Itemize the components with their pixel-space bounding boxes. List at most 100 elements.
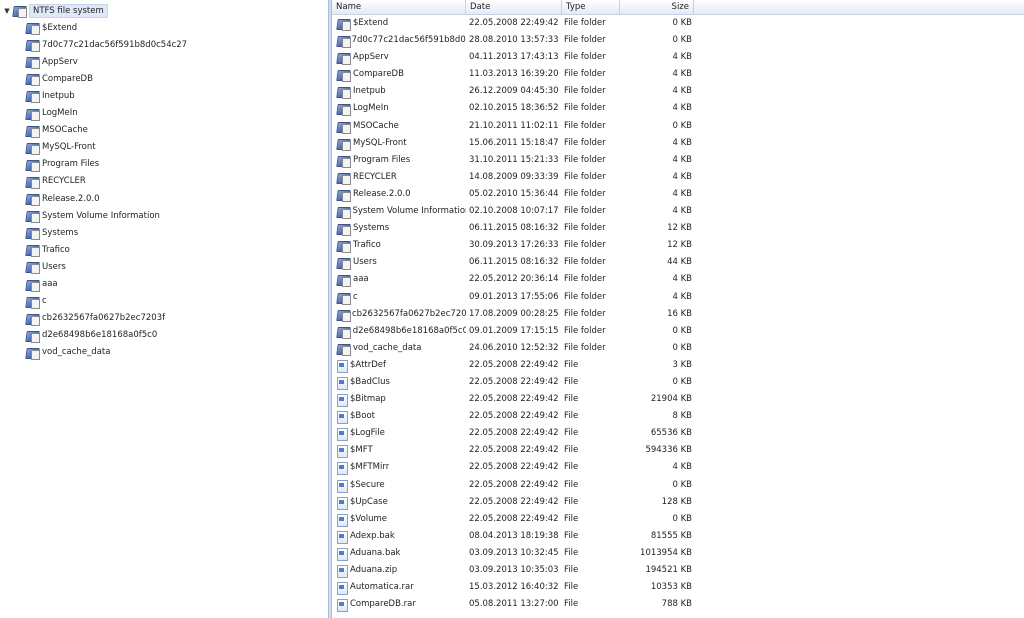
table-row[interactable]: Users 06.11.2015 08:16:32 File folder 44 KB [332,254,1024,271]
tree-item[interactable]: · d2e68498b6e18168a0f5c0 [15,327,157,344]
cell-name: Release.2.0.0 [336,186,466,203]
tree-item[interactable]: · Release.2.0.0 [15,190,100,207]
table-row[interactable]: Aduana.bak 03.09.2013 10:32:45 File 1013954… [332,545,1024,562]
tree-item[interactable]: · c [15,293,47,310]
cell-size: 4 KB [672,137,692,148]
cell-name-text: aaa [353,274,369,285]
table-row[interactable]: cb2632567fa0627b2ec7203f 17.08.2009 00:28… [332,306,1024,323]
file-list-grid: Name Date Type Size $Extend 22.05.2008 22… [332,0,1024,618]
table-row[interactable]: aaa 22.05.2012 20:36:14 File folder 4 KB [332,271,1024,288]
folder-icon [336,120,351,134]
tree-item[interactable]: · CompareDB [15,70,93,87]
table-row[interactable]: CompareDB 11.03.2013 16:39:20 File folder 4… [332,66,1024,83]
tree-item-label: System Volume Information [42,210,160,221]
cell-date: 28.08.2010 13:57:33 [469,35,559,46]
tree-item[interactable]: · vod_cache_data [15,344,110,361]
tree-branch-icon: · [15,195,17,202]
folder-icon [25,329,40,343]
cell-date: 22.05.2008 22:49:42 [469,359,559,370]
tree-item[interactable]: · AppServ [15,53,78,70]
cell-name-text: $LogFile [350,428,385,439]
table-row[interactable]: Inetpub 26.12.2009 04:45:30 File folder 4 K… [332,83,1024,100]
table-row[interactable]: $MFT 22.05.2008 22:49:42 File 594336 KB [332,442,1024,459]
folder-icon [336,102,351,117]
tree-branch-icon: · [15,92,17,100]
cell-size: 10353 KB [650,582,692,593]
folder-icon [25,346,40,360]
column-header-date[interactable]: Date [466,0,562,15]
table-row[interactable]: Trafico 30.09.2013 17:26:33 File folder 12 … [332,237,1024,254]
folder-icon [336,34,351,49]
table-row[interactable]: d2e68498b6e18168a0f5c0 09.01.2009 17:15:1… [332,323,1024,340]
cell-name: $BadClus [336,374,466,391]
cell-name: System Volume Information [336,203,466,220]
table-row[interactable]: $Boot 22.05.2008 22:49:42 File 8 KB [332,408,1024,425]
cell-name-text: Users [353,257,377,268]
tree-item[interactable]: · Inetpub [15,87,75,104]
tree-item[interactable]: · cb2632567fa0627b2ec7203f [15,310,165,327]
table-row[interactable]: $Extend 22.05.2008 22:49:42 File folder 0 K… [332,15,1024,32]
folder-icon [25,124,40,138]
cell-date: 02.10.2008 10:07:17 [469,206,559,217]
table-row[interactable]: $Bitmap 22.05.2008 22:49:42 File 21904 KB [332,391,1024,408]
cell-size: 4 KB [672,206,692,217]
file-icon [336,410,348,425]
table-row[interactable]: $MFTMirr 22.05.2008 22:49:42 File 4 KB [332,459,1024,476]
table-row[interactable]: LogMeIn 02.10.2015 18:36:52 File folder 4 K… [332,100,1024,117]
table-row[interactable]: AppServ 04.11.2013 17:43:13 File folder 4 K… [332,49,1024,66]
table-row[interactable]: Automatica.rar 15.03.2012 16:40:32 File 103… [332,579,1024,596]
tree-item[interactable]: · RECYCLER [15,173,86,190]
folder-icon [336,256,351,271]
column-header-filler [694,0,1024,15]
table-row[interactable]: MySQL-Front 15.06.2011 15:18:47 File folde… [332,135,1024,152]
tree-root-label[interactable]: NTFS file system [29,3,108,18]
tree-root-node[interactable]: ▼ NTFS file system [2,2,108,19]
tree-item[interactable]: · Users [15,258,66,275]
table-row[interactable]: $AttrDef 22.05.2008 22:49:42 File 3 KB [332,357,1024,374]
tree-item[interactable]: · System Volume Information [15,207,160,224]
table-row[interactable]: RECYCLER 14.08.2009 09:33:39 File folder 4 … [332,169,1024,186]
table-row[interactable]: vod_cache_data 24.06.2010 12:52:32 File fo… [332,340,1024,357]
table-row[interactable]: $LogFile 22.05.2008 22:49:42 File 65536 KB [332,425,1024,442]
folder-icon [25,226,40,241]
tree-item[interactable]: · aaa [15,276,58,293]
tree-item[interactable]: · LogMeIn [15,105,78,122]
table-row[interactable]: c 09.01.2013 17:55:06 File folder 4 KB [332,289,1024,306]
table-row[interactable]: Aduana.zip 03.09.2013 10:35:03 File 194521 … [332,562,1024,579]
tree-item[interactable]: · Program Files [15,156,99,173]
folder-icon [336,85,351,100]
table-row[interactable]: Systems 06.11.2015 08:16:32 File folder 12 … [332,220,1024,237]
tree-item[interactable]: · Trafico [15,241,70,258]
tree-item[interactable]: · 7d0c77c21dac56f591b8d0c54c27 [15,36,187,53]
tree-item[interactable]: · $Extend [15,19,77,36]
cell-date: 22.05.2008 22:49:42 [469,428,559,439]
table-row[interactable]: Program Files 31.10.2011 15:21:33 File fol… [332,152,1024,169]
tree-item[interactable]: · MySQL-Front [15,139,96,156]
table-row[interactable]: $Volume 22.05.2008 22:49:42 File 0 KB [332,511,1024,528]
column-header-type[interactable]: Type [562,0,620,15]
folder-icon [336,188,351,202]
folder-icon [25,175,40,189]
column-header-size[interactable]: Size [620,0,694,15]
cell-type: File folder [564,274,606,285]
folder-icon [25,72,40,87]
cell-name-text: AppServ [353,52,389,63]
table-row[interactable]: MSOCache 21.10.2011 11:02:11 File folder 0 … [332,118,1024,135]
table-row[interactable]: $UpCase 22.05.2008 22:49:42 File 128 KB [332,494,1024,511]
column-header-name[interactable]: Name [332,0,466,15]
table-row[interactable]: $BadClus 22.05.2008 22:49:42 File 0 KB [332,374,1024,391]
cell-date: 26.12.2009 04:45:30 [469,86,559,97]
cell-name: CompareDB.rar [336,596,466,613]
table-row[interactable]: CompareDB.rar 05.08.2011 13:27:00 File 788 … [332,596,1024,613]
cell-size: 194521 KB [645,565,692,575]
table-row[interactable]: 7d0c77c21dac56f591b8d0c... 28.08.2010 13:… [332,32,1024,49]
expand-arrow-icon[interactable]: ▼ [2,7,12,15]
table-row[interactable]: $Secure 22.05.2008 22:49:42 File 0 KB [332,477,1024,494]
tree-item[interactable]: · Systems [15,224,78,241]
table-row[interactable]: Adexp.bak 08.04.2013 18:19:38 File 81555 KB [332,528,1024,545]
tree-item-label: vod_cache_data [42,347,111,358]
cell-type: File folder [564,342,606,353]
tree-item[interactable]: · MSOCache [15,122,88,139]
table-row[interactable]: System Volume Information 02.10.2008 10:0… [332,203,1024,220]
table-row[interactable]: Release.2.0.0 05.02.2010 15:36:44 File fol… [332,186,1024,203]
